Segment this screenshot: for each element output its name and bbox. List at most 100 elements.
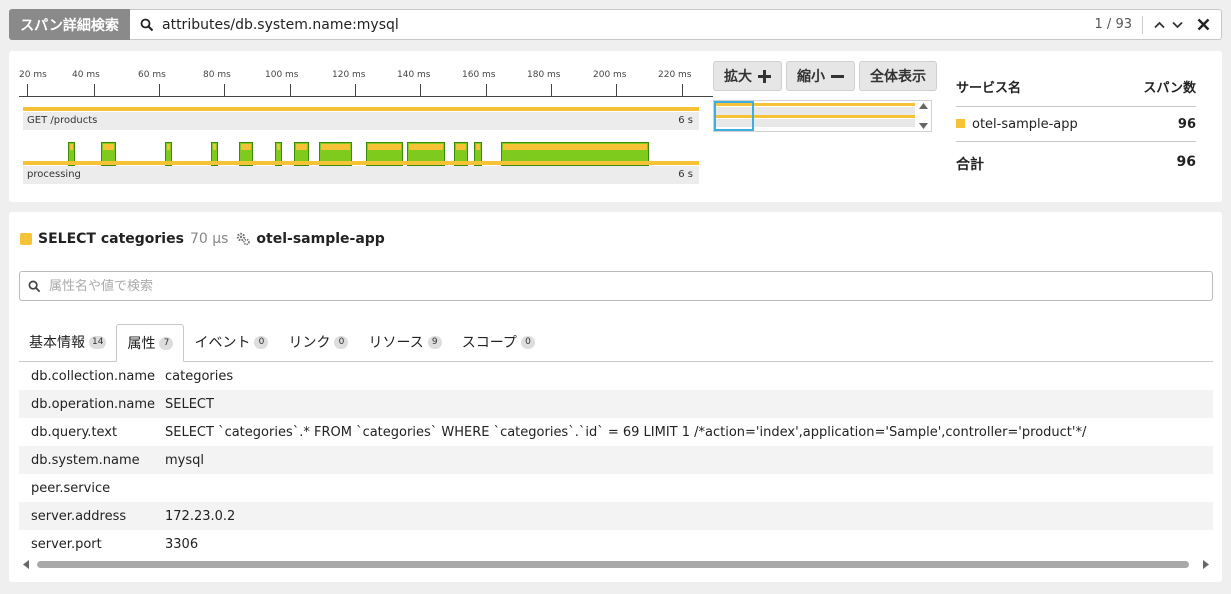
service-name: otel-sample-app (256, 231, 385, 247)
scroll-up-icon[interactable] (918, 103, 928, 109)
tick-mark (551, 84, 552, 97)
next-result-button[interactable] (1169, 17, 1185, 33)
tab-label: 属性 (127, 336, 156, 352)
table-row: peer.service (19, 474, 1213, 502)
tick-mark (682, 84, 683, 97)
time-axis: 20 ms 40 ms 60 ms 80 ms 100 ms 120 ms 14… (19, 61, 713, 98)
minus-icon (831, 74, 844, 78)
attribute-search-input[interactable] (49, 278, 1212, 294)
attribute-value[interactable]: SELECT `categories`.* FROM `categories` … (165, 425, 1213, 440)
service-name: otel-sample-app (972, 117, 1078, 132)
span-detail-panel: SELECT categories 70 μs otel-sample-app … (9, 212, 1222, 582)
column-span-count: スパン数 (1143, 81, 1196, 96)
tick-mark (290, 84, 291, 97)
attribute-value[interactable]: mysql (165, 453, 1213, 468)
span-name: SELECT categories (38, 231, 184, 247)
scrollbar-thumb[interactable] (37, 561, 1189, 568)
span-bar (23, 107, 699, 111)
attribute-value[interactable]: 172.23.0.2 (165, 509, 1213, 524)
attribute-search-field[interactable] (19, 271, 1213, 301)
fit-all-button[interactable]: 全体表示 (859, 61, 937, 91)
scroll-left-icon[interactable] (23, 560, 29, 569)
table-row: db.system.name mysql (19, 446, 1213, 474)
tab-resources[interactable]: リソース 9 (358, 323, 451, 361)
zoom-out-button[interactable]: 縮小 (786, 61, 855, 91)
attribute-key: db.system.name (31, 452, 140, 468)
chevron-down-icon (1171, 21, 1183, 28)
span-title: SELECT categories 70 μs otel-sample-app (20, 231, 385, 247)
tick-mark (616, 84, 617, 97)
total-count: 96 (1176, 154, 1196, 170)
tab-scope[interactable]: スコープ 0 (452, 323, 545, 361)
timeline-minimap[interactable] (713, 100, 932, 132)
zoom-out-label: 縮小 (797, 69, 825, 85)
scroll-right-icon[interactable] (1203, 560, 1209, 569)
tab-attributes[interactable]: 属性 7 (116, 324, 185, 362)
minimap-scrollbar[interactable] (915, 101, 931, 131)
search-icon (140, 18, 154, 31)
minimap-viewport[interactable] (714, 101, 754, 131)
tick-label: 160 ms (462, 70, 496, 80)
tick-mark (159, 84, 160, 97)
span-row-processing[interactable]: processing 6 s (23, 161, 699, 184)
tab-label: リソース (368, 335, 424, 351)
tick-label: 60 ms (138, 70, 166, 80)
count-badge: 9 (427, 335, 442, 349)
count-badge: 0 (520, 335, 535, 349)
search-query[interactable]: attributes/db.system.name:mysql (162, 17, 1095, 33)
zoom-in-button[interactable]: 拡大 (713, 61, 782, 91)
tick-mark (27, 84, 28, 97)
tab-label: 基本情報 (29, 335, 85, 351)
table-row: db.query.text SELECT `categories`.* FROM … (19, 418, 1213, 446)
span-count: 96 (1177, 117, 1196, 132)
horizontal-scrollbar[interactable] (19, 557, 1213, 571)
tick-label: 40 ms (72, 70, 100, 80)
attribute-value[interactable]: SELECT (165, 397, 1213, 412)
service-cell: otel-sample-app (956, 117, 1078, 132)
span-duration: 6 s (678, 115, 693, 126)
trace-overview-panel: 20 ms 40 ms 60 ms 80 ms 100 ms 120 ms 14… (9, 51, 1222, 202)
gears-icon (237, 232, 251, 246)
span-name: processing (27, 169, 81, 180)
search-icon (28, 280, 41, 292)
search-label: スパン詳細検索 (9, 9, 130, 40)
attribute-key: db.collection.name (31, 368, 156, 384)
count-badge: 0 (334, 335, 349, 349)
span-search-bar: スパン詳細検索 attributes/db.system.name:mysql … (9, 9, 1222, 40)
table-total-row: 合計 96 (956, 142, 1196, 174)
detail-tabs: 基本情報 14 属性 7 イベント 0 リンク 0 リソース 9 スコープ 0 (19, 324, 1213, 362)
count-badge: 14 (89, 335, 107, 349)
tick-mark (224, 84, 225, 97)
table-row: server.port 3306 (19, 530, 1213, 558)
span-duration: 6 s (678, 169, 693, 180)
tick-label: 120 ms (332, 70, 366, 80)
span-color-swatch (20, 233, 32, 245)
previous-result-button[interactable] (1151, 17, 1167, 33)
table-row: db.operation.name SELECT (19, 390, 1213, 418)
tab-basic-info[interactable]: 基本情報 14 (19, 323, 116, 361)
tick-mark (94, 84, 95, 97)
tab-label: イベント (194, 335, 251, 351)
zoom-in-label: 拡大 (724, 69, 752, 85)
attribute-value[interactable]: 3306 (165, 537, 1213, 552)
tick-mark (420, 84, 421, 97)
attribute-table: db.collection.name categories db.operatio… (19, 362, 1213, 558)
count-badge: 0 (254, 335, 269, 349)
search-input[interactable]: attributes/db.system.name:mysql 1 / 93 (130, 9, 1222, 40)
tick-label: 140 ms (397, 70, 431, 80)
attribute-key: db.operation.name (31, 396, 156, 412)
tab-label: スコープ (461, 335, 517, 351)
span-row-get-products[interactable]: GET /products 6 s (23, 107, 699, 130)
total-label: 合計 (956, 157, 984, 173)
scroll-down-icon[interactable] (918, 123, 928, 129)
chevron-up-icon (1153, 21, 1165, 28)
tab-events[interactable]: イベント 0 (184, 323, 278, 361)
trace-timeline[interactable]: 20 ms 40 ms 60 ms 80 ms 100 ms 120 ms 14… (19, 61, 713, 201)
tick-mark (486, 84, 487, 97)
attribute-value[interactable]: categories (165, 369, 1213, 384)
tab-links[interactable]: リンク 0 (278, 323, 358, 361)
close-search-button[interactable] (1195, 17, 1211, 33)
zoom-controls: 拡大 縮小 全体表示 (713, 61, 937, 91)
table-row[interactable]: otel-sample-app 96 (956, 107, 1196, 142)
service-summary-table: サービス名 スパン数 otel-sample-app 96 合計 96 (956, 77, 1196, 174)
